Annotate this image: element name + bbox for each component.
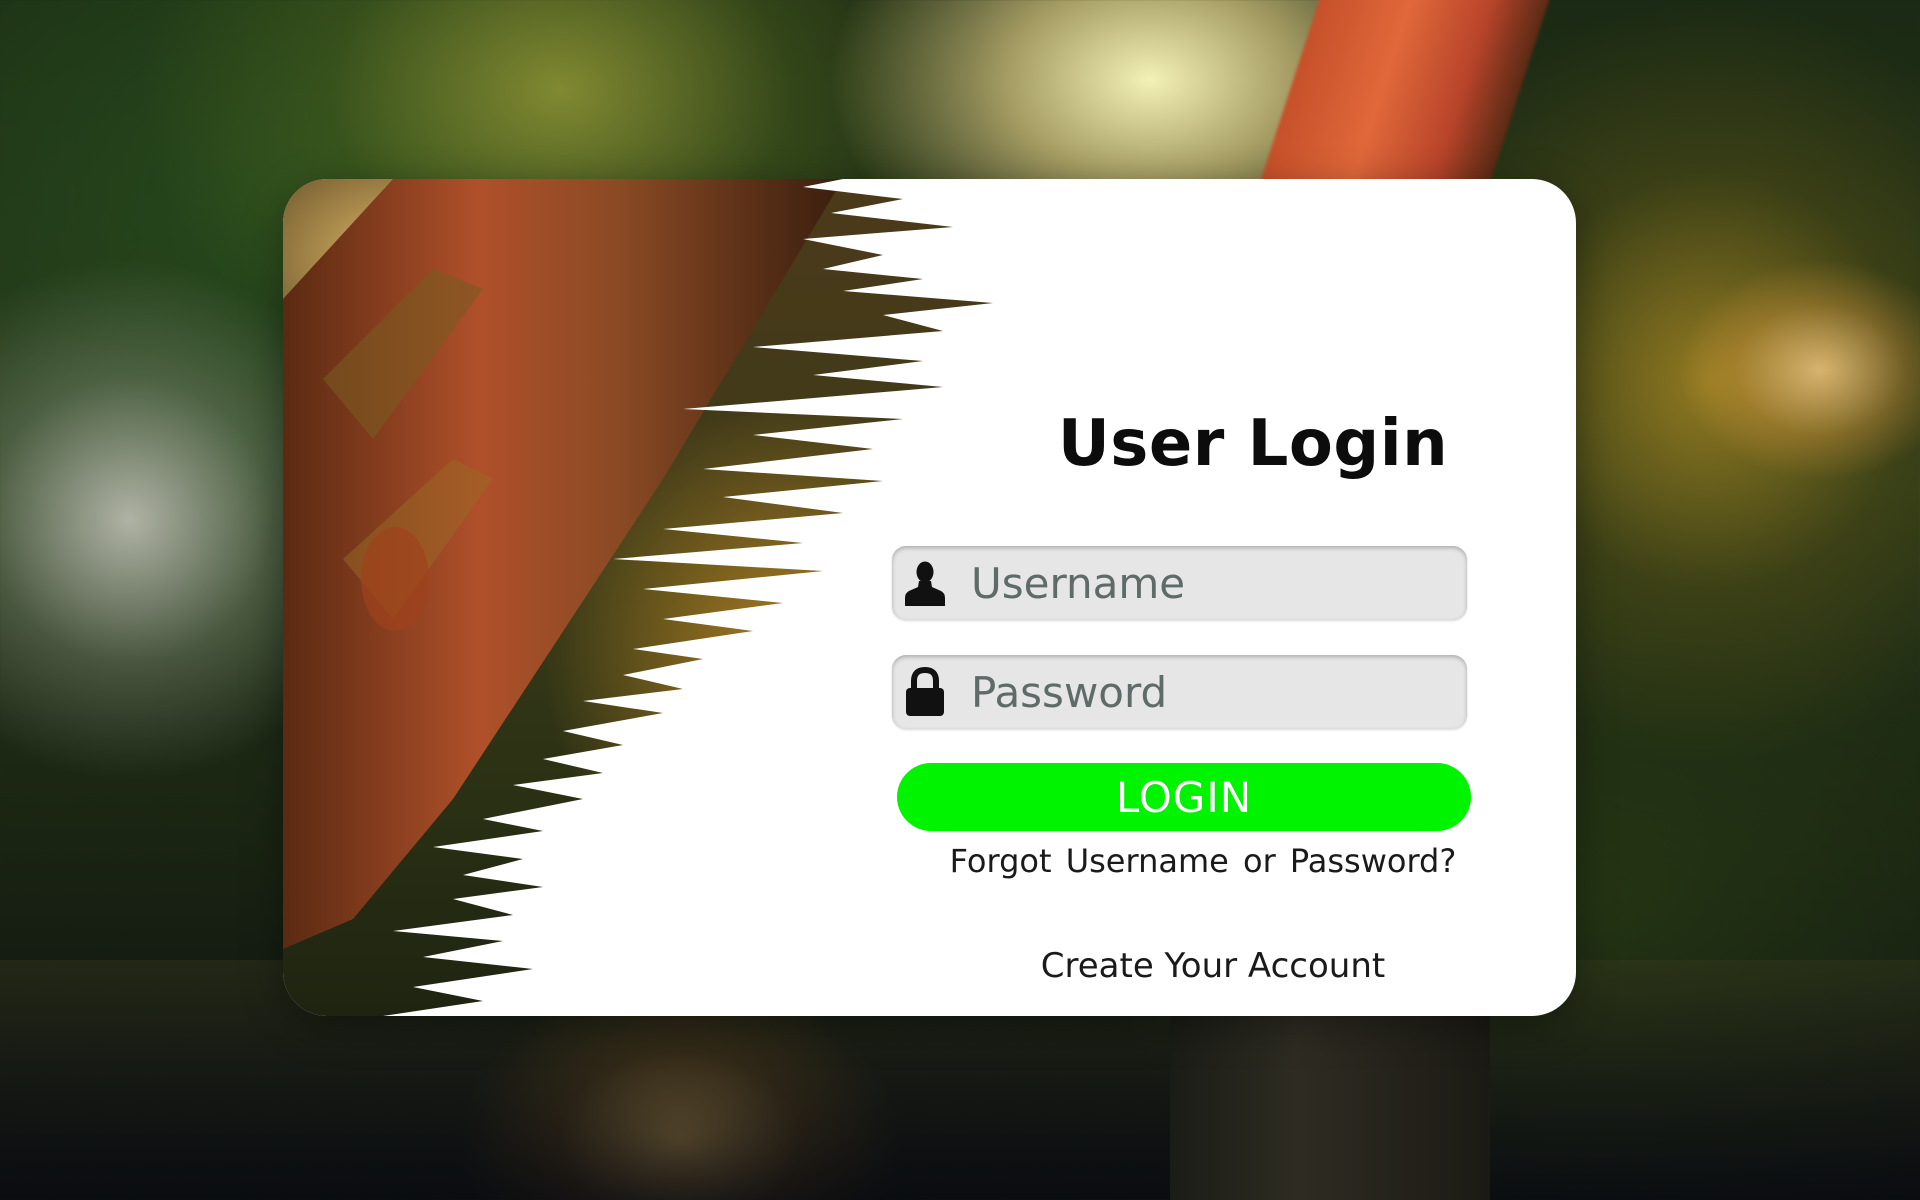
padlock-icon [903,667,947,717]
forgot-credentials-link[interactable]: Forgot Username or Password? [923,842,1483,880]
page-title: User Login [1057,407,1449,481]
user-silhouette-icon [903,558,947,608]
background-tree-trunk-lower [1170,1010,1490,1200]
login-button[interactable]: LOGIN [897,763,1471,831]
password-input[interactable] [969,661,1443,723]
create-account-link[interactable]: Create Your Account [983,946,1443,986]
login-card: User Login LOGIN Forgot Username or Pass… [283,179,1576,1016]
username-field[interactable] [892,546,1467,620]
username-input[interactable] [969,552,1443,614]
password-field[interactable] [892,655,1467,729]
